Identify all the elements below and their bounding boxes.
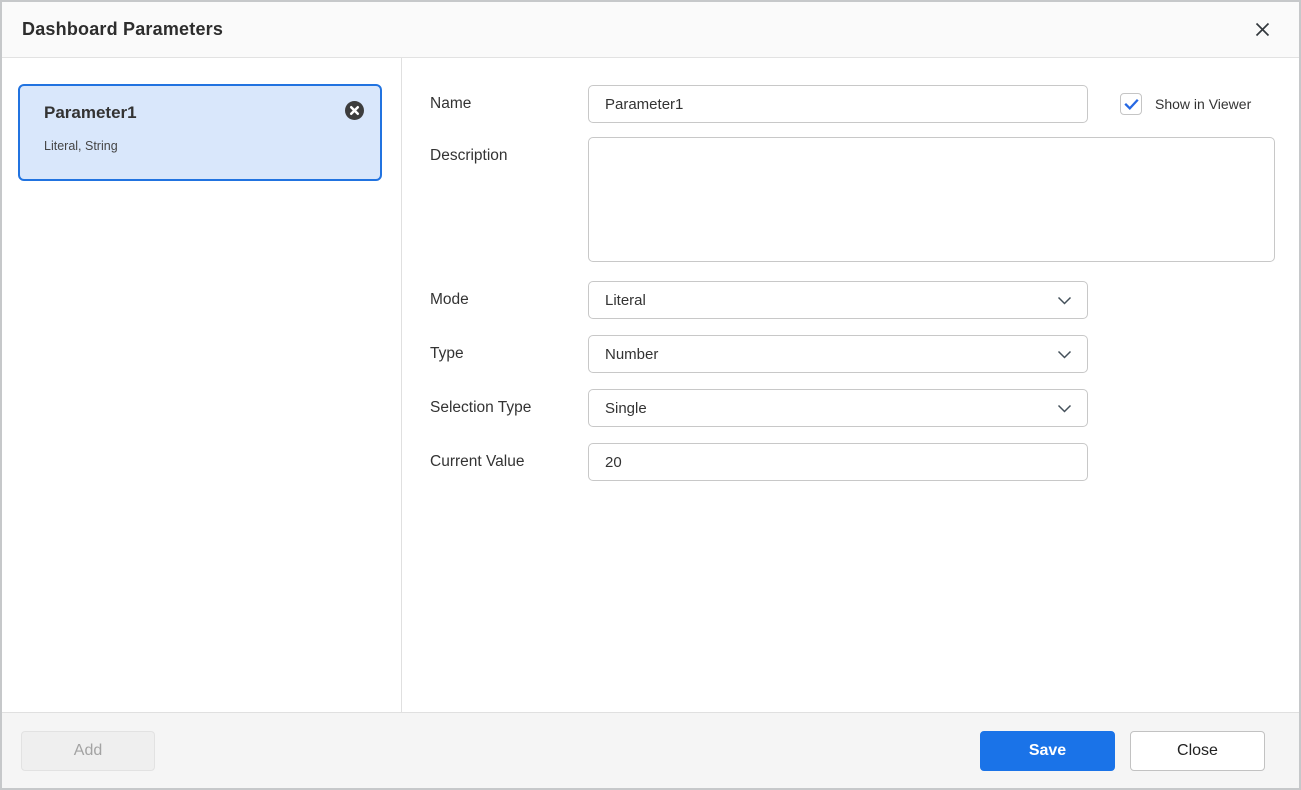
parameter-item-name: Parameter1 <box>44 102 366 124</box>
close-button[interactable]: Close <box>1130 731 1265 771</box>
description-label: Description <box>430 137 588 165</box>
chevron-down-icon <box>1056 400 1073 417</box>
parameter-item-subtitle: Literal, String <box>44 139 366 153</box>
dialog-header: Dashboard Parameters <box>2 2 1299 58</box>
type-dropdown[interactable]: Number <box>588 335 1088 373</box>
parameter-form-panel: Name Show in Viewer Description Mode <box>402 58 1299 712</box>
selection-type-dropdown[interactable]: Single <box>588 389 1088 427</box>
description-textarea[interactable] <box>588 137 1275 262</box>
selection-type-row: Selection Type Single <box>430 389 1275 427</box>
description-row: Description <box>430 137 1275 262</box>
save-button[interactable]: Save <box>980 731 1115 771</box>
parameter-list-item[interactable]: Parameter1 Literal, String <box>18 84 382 181</box>
add-button[interactable]: Add <box>21 731 155 771</box>
selection-type-label: Selection Type <box>430 399 588 417</box>
dialog-title: Dashboard Parameters <box>22 19 223 40</box>
dialog-footer: Add Save Close <box>2 712 1299 788</box>
name-row: Name Show in Viewer <box>430 85 1275 123</box>
checkbox-box[interactable] <box>1120 93 1142 115</box>
name-input[interactable] <box>588 85 1088 123</box>
current-value-row: Current Value <box>430 443 1275 481</box>
chevron-down-icon <box>1056 292 1073 309</box>
mode-label: Mode <box>430 291 588 309</box>
mode-dropdown[interactable]: Literal <box>588 281 1088 319</box>
selection-type-value: Single <box>605 400 1056 417</box>
mode-row: Mode Literal <box>430 281 1275 319</box>
type-label: Type <box>430 345 588 363</box>
remove-parameter-icon[interactable] <box>344 100 365 121</box>
current-value-input[interactable] <box>588 443 1088 481</box>
checkmark-icon <box>1123 96 1140 113</box>
close-icon[interactable] <box>1247 15 1277 45</box>
type-row: Type Number <box>430 335 1275 373</box>
show-in-viewer-checkbox[interactable]: Show in Viewer <box>1120 93 1251 115</box>
chevron-down-icon <box>1056 346 1073 363</box>
parameter-list-panel: Parameter1 Literal, String <box>2 58 402 712</box>
name-label: Name <box>430 95 588 113</box>
mode-value: Literal <box>605 292 1056 309</box>
dialog-body: Parameter1 Literal, String Name <box>2 58 1299 712</box>
show-in-viewer-label: Show in Viewer <box>1155 96 1251 112</box>
type-value: Number <box>605 346 1056 363</box>
current-value-label: Current Value <box>430 453 588 471</box>
dashboard-parameters-dialog: Dashboard Parameters Parameter1 Literal,… <box>0 0 1301 790</box>
